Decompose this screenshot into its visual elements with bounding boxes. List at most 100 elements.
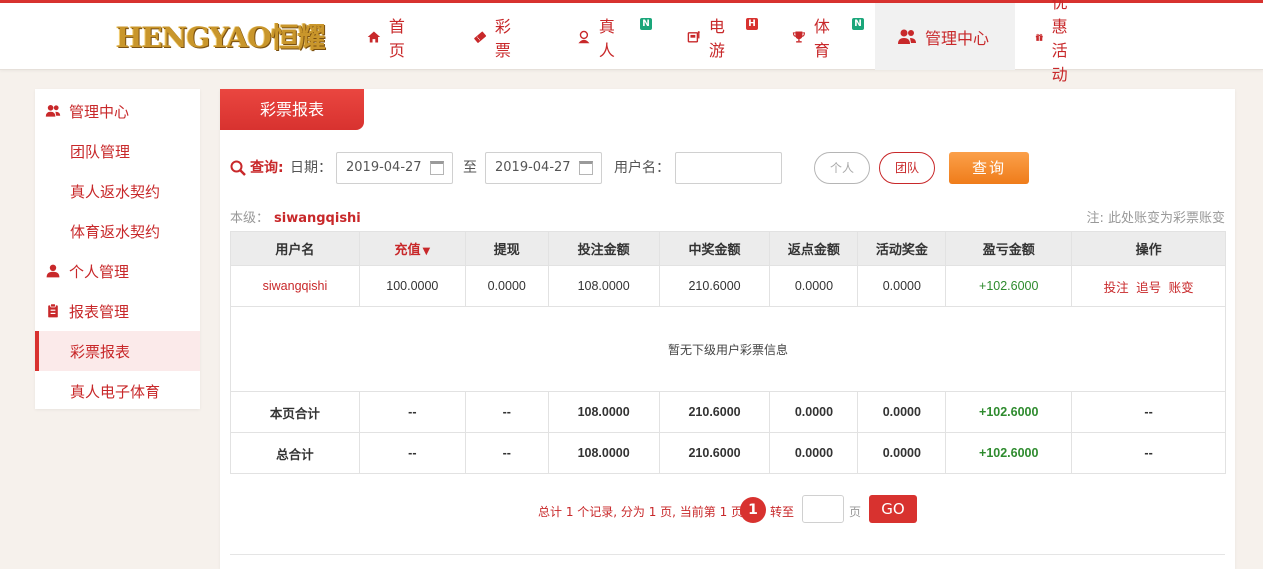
sidebar-item-label: 团队管理 [70,142,131,161]
current-level: 本级： siwangqishi [230,207,361,226]
nav-lottery[interactable]: 彩票 [473,3,517,70]
tab-lottery-report[interactable]: 彩票报表 [220,89,364,130]
nav-home[interactable]: 首页 [367,3,411,70]
date-from-value: 2019-04-27 [346,160,422,175]
sidebar-group-reports[interactable]: 报表管理 [35,291,200,331]
trophy-icon [792,30,805,43]
user-icon [46,264,60,278]
cell-profit: +102.6000 [945,265,1073,307]
col-rebate: 返点金额 [769,231,859,266]
nav-label: 优惠活动 [1051,0,1068,84]
col-withdraw: 提现 [464,231,549,266]
sidebar-item-lottery-report[interactable]: 彩票报表 [35,331,200,371]
dealer-icon [578,30,590,43]
cell-bet: 108.0000 [547,391,660,433]
empty-message: 暂无下级用户彩票信息 [230,306,1226,392]
nav-badge-new: N [640,18,652,30]
col-operation: 操作 [1071,231,1226,266]
date-label: 日期： [290,160,332,176]
pagination: 总计 1 个记录, 分为 1 页, 当前第 1 页 1 转至 页 GO [220,495,1235,525]
users-icon [898,29,916,44]
nav-sports[interactable]: 体育 [792,3,836,70]
cell-win: 210.6000 [658,265,771,307]
cell-operations: 投注 追号 账变 [1071,265,1226,307]
pagination-summary: 总计 1 个记录, 分为 1 页, 当前第 1 页 [538,505,744,519]
cell-bonus: 0.0000 [857,391,947,433]
personal-button[interactable]: 个人 [814,152,870,184]
cell-bet: 108.0000 [547,265,660,307]
to-label: 至 [463,160,477,176]
bet-link[interactable]: 投注 [1104,281,1129,295]
sidebar-item-live-esports[interactable]: 真人电子体育 [35,371,200,411]
calendar-icon[interactable] [430,161,444,175]
query-button[interactable]: 查询 [949,152,1029,184]
sidebar-item-label: 彩票报表 [70,342,131,361]
sidebar-group-personal[interactable]: 个人管理 [35,251,200,291]
report-icon [48,303,58,318]
logo[interactable]: HENGYAO恒耀 [116,20,326,56]
sidebar-item-label: 真人返水契约 [70,182,161,201]
cell-bonus: 0.0000 [857,265,947,307]
sidebar: 管理中心 团队管理 真人返水契约 体育返水契约 个人管理 报表管理 彩票报表 真… [35,89,200,409]
nav-live[interactable]: 真人 [577,3,621,70]
date-to-value: 2019-04-27 [495,160,571,175]
sidebar-item-label: 报表管理 [69,302,130,321]
nav-label: 电游 [708,16,725,60]
col-deposit-label: 充值 [394,243,421,258]
users-icon [45,105,61,117]
level-label: 本级： [230,211,270,226]
cell-op: -- [1071,432,1226,474]
nav-slots[interactable]: 电游 [687,3,731,70]
query-label: 查询: [250,160,284,176]
cell-rebate: 0.0000 [769,391,859,433]
page-number-current[interactable]: 1 [740,497,766,523]
nav-label: 首页 [388,16,405,60]
sidebar-item-label: 个人管理 [69,262,130,281]
gift-icon [1035,33,1043,41]
page-unit-label: 页 [849,505,862,519]
cell-deposit: -- [358,432,466,474]
team-button[interactable]: 团队 [879,152,935,184]
calendar-icon[interactable] [579,161,593,175]
nav-label: 体育 [813,16,830,60]
cell-deposit: -- [358,391,466,433]
nav-badge-new: N [852,18,864,30]
cell-username[interactable]: siwangqishi [230,265,360,307]
search-icon [230,160,246,176]
home-icon [367,30,381,43]
cell-bet: 108.0000 [547,432,660,474]
table-header-row: 用户名 充值 ▼ 提现 投注金额 中奖金额 返点金额 活动奖金 盈亏金额 操作 [230,231,1226,266]
page-jump-input[interactable] [802,495,844,523]
main-panel: 彩票报表 查询: 日期： 2019-04-27 至 2019-04-27 用户名… [220,89,1235,569]
nav-management[interactable]: 管理中心 [875,3,1015,70]
account-change-link[interactable]: 账变 [1169,281,1194,295]
divider [230,554,1225,555]
report-table: 用户名 充值 ▼ 提现 投注金额 中奖金额 返点金额 活动奖金 盈亏金额 操作 s… [230,231,1226,474]
sidebar-group-management[interactable]: 管理中心 [35,91,200,131]
level-username[interactable]: siwangqishi [274,211,361,226]
go-button[interactable]: GO [869,495,917,523]
cell-withdraw: 0.0000 [464,265,549,307]
sidebar-item-sports-rebate[interactable]: 体育返水契约 [35,211,200,251]
username-input[interactable] [675,152,782,184]
chase-link[interactable]: 追号 [1136,281,1161,295]
cell-deposit: 100.0000 [358,265,466,307]
date-from-input[interactable]: 2019-04-27 [336,152,453,184]
username-label: 用户名： [614,160,670,176]
col-deposit-sortable[interactable]: 充值 ▼ [358,231,466,266]
nav-promotions[interactable]: 优惠活动 [1035,0,1079,84]
date-to-input[interactable]: 2019-04-27 [485,152,602,184]
col-bet: 投注金额 [547,231,660,266]
sort-desc-icon: ▼ [422,246,431,257]
cell-profit: +102.6000 [945,432,1073,474]
empty-row: 暂无下级用户彩票信息 [230,306,1226,392]
sidebar-item-live-rebate[interactable]: 真人返水契约 [35,171,200,211]
cell-label: 总合计 [230,432,360,474]
cell-win: 210.6000 [658,391,771,433]
ticket-icon [474,31,487,43]
cell-win: 210.6000 [658,432,771,474]
nav-label: 真人 [598,16,615,60]
grand-total-row: 总合计 -- -- 108.0000 210.6000 0.0000 0.000… [230,432,1226,474]
cell-label: 本页合计 [230,391,360,433]
sidebar-item-team[interactable]: 团队管理 [35,131,200,171]
